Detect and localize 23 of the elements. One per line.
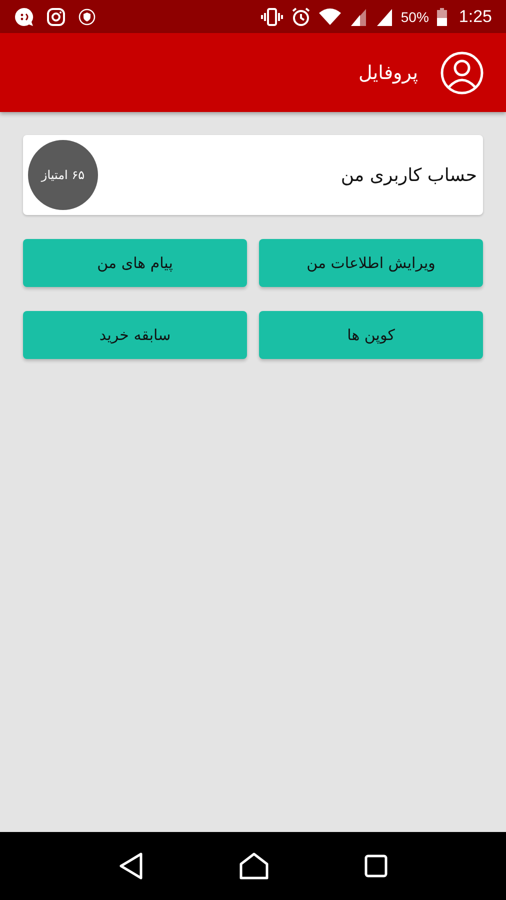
battery-icon bbox=[436, 8, 447, 26]
alarm-icon bbox=[290, 6, 311, 26]
battery-percent: 50% bbox=[400, 8, 429, 24]
account-title: حساب کاربری من bbox=[340, 164, 477, 186]
account-card[interactable]: حساب کاربری من ۶۵ امتیاز bbox=[23, 135, 483, 215]
chat-icon bbox=[14, 6, 34, 26]
recents-icon[interactable] bbox=[364, 854, 388, 878]
home-icon[interactable] bbox=[238, 852, 269, 880]
menu-button[interactable]: کوپن ها bbox=[259, 311, 483, 359]
menu-button[interactable]: پیام های من bbox=[23, 239, 247, 287]
signal-icon bbox=[374, 8, 393, 26]
points-badge: ۶۵ امتیاز bbox=[28, 140, 98, 210]
menu-button[interactable]: سابقه خرید bbox=[23, 311, 247, 359]
wifi-icon bbox=[318, 8, 341, 26]
camera-icon bbox=[46, 6, 66, 26]
vibrate-icon bbox=[260, 8, 283, 26]
profile-icon[interactable] bbox=[440, 50, 484, 94]
page-title: پروفایل bbox=[358, 62, 418, 84]
back-icon[interactable] bbox=[118, 852, 144, 880]
menu-button[interactable]: ویرایش اطلاعات من bbox=[259, 239, 483, 287]
shield-icon bbox=[78, 8, 96, 26]
clock-time: 1:25 bbox=[458, 6, 492, 26]
signal-icon bbox=[348, 8, 367, 26]
